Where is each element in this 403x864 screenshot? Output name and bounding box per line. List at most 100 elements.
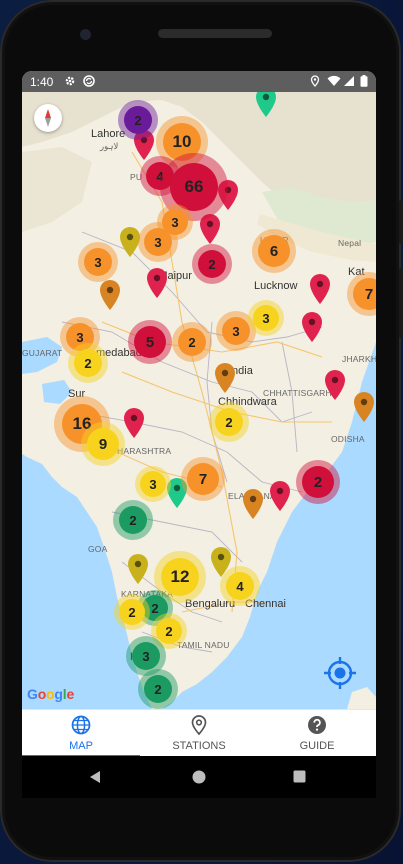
air-quality-map[interactable]: Lahore لاہور Jaipur Lucknow India GUJARA… (22, 92, 376, 709)
cluster-count: 9 (98, 435, 108, 453)
cluster-count: 2 (165, 623, 173, 639)
power-button (399, 268, 403, 338)
station-pin-icon[interactable] (269, 480, 291, 512)
status-time: 1:40 (30, 75, 54, 89)
sync-icon (83, 75, 95, 87)
station-cluster[interactable]: 2 (118, 100, 158, 140)
station-pin-icon[interactable] (123, 407, 145, 439)
cluster-count: 2 (151, 600, 159, 616)
globe-icon (71, 715, 91, 735)
cluster-count: 3 (262, 310, 270, 326)
front-camera (80, 29, 91, 40)
station-pin-icon[interactable] (301, 311, 323, 343)
map-label-lucknow: Lucknow (254, 280, 298, 292)
station-cluster[interactable]: 2 (172, 322, 212, 362)
help-icon (308, 716, 326, 734)
station-cluster[interactable]: 4 (220, 566, 260, 606)
station-cluster[interactable]: 2 (138, 669, 178, 709)
station-cluster[interactable]: 2 (296, 460, 340, 504)
location-icon (310, 75, 320, 87)
station-pin-icon[interactable] (242, 488, 264, 520)
station-cluster[interactable]: 2 (68, 343, 108, 383)
station-pin-icon[interactable] (353, 391, 375, 423)
cluster-count: 12 (170, 567, 190, 586)
station-pin-icon[interactable] (309, 273, 331, 305)
station-pin-icon[interactable] (99, 279, 121, 311)
station-pin-icon[interactable] (255, 92, 277, 118)
station-cluster[interactable]: 5 (128, 320, 172, 364)
map-label-nepal: Nepal (338, 238, 362, 248)
map-label-tamil-nadu: TAMIL NADU (177, 640, 230, 650)
nav-tab-guide[interactable]: GUIDE (258, 710, 376, 756)
gear-icon (65, 76, 75, 86)
cluster-count: 3 (232, 323, 240, 339)
system-navigation-bar (22, 756, 376, 798)
station-pin-icon[interactable] (324, 369, 346, 401)
cluster-count: 2 (188, 334, 196, 350)
map-label-jharkhand: JHARKHA (342, 354, 376, 364)
map-label-lahore-urdu: لاہور (100, 141, 119, 151)
cluster-count: 2 (225, 414, 233, 430)
cluster-count: 3 (149, 476, 157, 492)
nav-tab-stations[interactable]: STATIONS (140, 710, 258, 756)
nav-label-map: MAP (69, 740, 93, 752)
cluster-count: 3 (94, 254, 102, 270)
cluster-count: 66 (184, 177, 204, 196)
cluster-count: 7 (364, 285, 374, 303)
cluster-count: 3 (76, 329, 84, 345)
station-cluster[interactable]: 2 (114, 594, 150, 630)
station-cluster[interactable]: 2 (192, 244, 232, 284)
cluster-count: 2 (128, 604, 136, 620)
home-icon[interactable] (192, 770, 206, 784)
app-screen: 1:40 Lahore لاہور Jaipur Lucknow India G… (22, 71, 376, 756)
nav-tab-map[interactable]: MAP (22, 710, 140, 756)
station-cluster[interactable]: 3 (78, 242, 118, 282)
nav-label-stations: STATIONS (172, 740, 226, 752)
earpiece-speaker (158, 29, 272, 38)
cluster-count: 2 (129, 512, 137, 528)
bottom-navigation: MAP STATIONS GUIDE (22, 709, 376, 756)
cluster-count: 4 (236, 578, 244, 594)
station-cluster[interactable]: 6 (252, 229, 296, 273)
map-label-maharashtra: HARASHTRA (117, 446, 172, 456)
wifi-icon (327, 75, 341, 86)
map-label-odisha: ODISHA (331, 434, 365, 444)
compass-icon (45, 109, 51, 127)
back-icon[interactable] (88, 770, 102, 784)
location-pin-icon (191, 715, 207, 736)
station-cluster[interactable]: 2 (209, 402, 249, 442)
cluster-count: 2 (154, 681, 162, 697)
station-cluster[interactable]: 2 (113, 500, 153, 540)
station-cluster[interactable]: 3 (248, 300, 284, 336)
phone-frame: 1:40 Lahore لاہور Jaipur Lucknow India G… (0, 0, 403, 862)
station-pin-icon[interactable] (214, 362, 236, 394)
cluster-count: 2 (84, 355, 92, 371)
station-cluster[interactable]: 3 (135, 466, 171, 502)
battery-icon (360, 75, 368, 87)
station-pin-icon[interactable] (146, 267, 168, 299)
cluster-count: 10 (172, 132, 192, 151)
cluster-count: 7 (198, 470, 208, 488)
status-bar: 1:40 (22, 71, 376, 92)
cluster-count: 5 (145, 333, 155, 351)
recents-icon[interactable] (293, 770, 306, 783)
station-cluster[interactable]: 9 (81, 422, 125, 466)
cluster-count: 2 (313, 473, 323, 491)
cluster-count: 2 (208, 256, 216, 272)
station-pin-icon[interactable] (127, 553, 149, 585)
map-label-gujarat: GUJARAT (22, 348, 63, 358)
google-logo: Google (27, 686, 75, 702)
map-label-chhattisgarh: CHHATTISGARH (263, 388, 332, 398)
my-location-button[interactable] (322, 655, 358, 691)
cluster-count: 6 (269, 242, 279, 260)
station-cluster[interactable]: 7 (181, 457, 225, 501)
cluster-count: 2 (134, 112, 142, 128)
compass-button[interactable] (34, 104, 62, 132)
map-label-goa: GOA (88, 544, 108, 554)
volume-button (399, 200, 403, 244)
cluster-count: 3 (142, 648, 150, 664)
signal-icon (344, 76, 354, 86)
station-cluster[interactable]: 3 (138, 222, 178, 262)
nav-label-guide: GUIDE (299, 740, 335, 752)
cluster-count: 3 (154, 234, 162, 250)
